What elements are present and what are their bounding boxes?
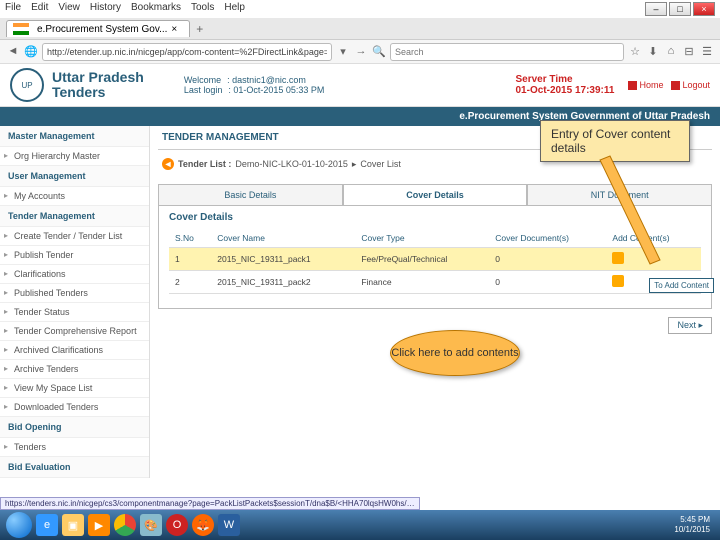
menu-file[interactable]: File (5, 2, 21, 13)
globe-icon: 🌐 (24, 45, 38, 59)
explorer-icon[interactable]: ▣ (62, 514, 84, 536)
menu-help[interactable]: Help (224, 2, 245, 13)
back-icon[interactable]: ◄ (6, 45, 20, 59)
menu-edit[interactable]: Edit (31, 2, 48, 13)
th-add-contents: Add Content(s) (606, 229, 701, 248)
sidebar-item-tenders[interactable]: Tenders (0, 438, 149, 457)
home-icon[interactable]: ⌂ (664, 45, 678, 59)
emblem-icon: UP (10, 68, 44, 102)
url-input[interactable] (42, 43, 332, 61)
sidebar-group-bid-opening: Bid Opening (0, 417, 149, 438)
menu-history[interactable]: History (90, 2, 121, 13)
sidebar-item-tender-status[interactable]: Tender Status (0, 303, 149, 322)
site-title: Uttar Pradesh Tenders (52, 70, 144, 101)
logout-link[interactable]: Logout (671, 80, 710, 90)
status-bar-url: https://tenders.nic.in/nicgep/cs3/compon… (0, 497, 420, 510)
close-button[interactable]: × (693, 2, 715, 16)
th-cover-name: Cover Name (211, 229, 355, 248)
search-input[interactable] (390, 43, 624, 61)
paint-icon[interactable]: 🎨 (140, 514, 162, 536)
cover-details-panel: Cover Details S.No Cover Name Cover Type… (158, 206, 712, 309)
annotation-entry-cover: Entry of Cover content details (540, 120, 690, 162)
th-sno: S.No (169, 229, 211, 248)
browser-tab[interactable]: e.Procurement System Gov... × (6, 20, 190, 37)
menu-view[interactable]: View (58, 2, 80, 13)
tab-basic-details[interactable]: Basic Details (158, 184, 343, 205)
menu-icon[interactable]: ☰ (700, 45, 714, 59)
word-icon[interactable]: W (218, 514, 240, 536)
browser-menubar: File Edit View History Bookmarks Tools H… (5, 2, 245, 13)
add-content-tooltip: To Add Content (649, 278, 714, 293)
new-tab-button[interactable]: + (196, 22, 203, 36)
next-button[interactable]: Next ▸ (668, 317, 712, 334)
minimize-button[interactable]: – (645, 2, 667, 16)
tab-close-icon[interactable]: × (171, 24, 177, 35)
th-cover-docs: Cover Document(s) (489, 229, 606, 248)
sidebar: Master Management Org Hierarchy Master U… (0, 126, 150, 478)
sidebar-item-org-hierarchy[interactable]: Org Hierarchy Master (0, 147, 149, 166)
site-header: UP Uttar Pradesh Tenders Welcome: dastni… (0, 64, 720, 107)
sidebar-item-published-tenders[interactable]: Published Tenders (0, 284, 149, 303)
chrome-icon[interactable] (114, 514, 136, 536)
add-content-icon[interactable] (612, 252, 624, 264)
add-content-icon[interactable] (612, 275, 624, 287)
tab-cover-details[interactable]: Cover Details (343, 184, 528, 205)
sidebar-item-clarifications[interactable]: Clarifications (0, 265, 149, 284)
sidebar-group-user: User Management (0, 166, 149, 187)
sidebar-item-create-tender[interactable]: Create Tender / Tender List (0, 227, 149, 246)
sidebar-item-archived-clarifications[interactable]: Archived Clarifications (0, 341, 149, 360)
sidebar-group-tender: Tender Management (0, 206, 149, 227)
sidebar-item-my-space[interactable]: View My Space List (0, 379, 149, 398)
opera-icon[interactable]: O (166, 514, 188, 536)
sidebar-item-downloaded[interactable]: Downloaded Tenders (0, 398, 149, 417)
maximize-button[interactable]: □ (669, 2, 691, 16)
sidebar-group-master: Master Management (0, 126, 149, 147)
ie-icon[interactable]: e (36, 514, 58, 536)
sidebar-group-bid-eval: Bid Evaluation (0, 457, 149, 478)
sidebar-item-publish-tender[interactable]: Publish Tender (0, 246, 149, 265)
save-icon[interactable]: ⊟ (682, 45, 696, 59)
sidebar-item-archive-tenders[interactable]: Archive Tenders (0, 360, 149, 379)
browser-tabbar: e.Procurement System Gov... × + (0, 18, 720, 40)
search-icon: 🔍 (372, 45, 386, 59)
server-time: Server Time 01-Oct-2015 17:39:11 (515, 74, 614, 96)
main-panel: TENDER MANAGEMENT ◄ Tender List : Demo-N… (150, 126, 720, 478)
table-row: 2 2015_NIC_19311_pack2 Finance 0 (169, 271, 701, 294)
table-row: 1 2015_NIC_19311_pack1 Fee/PreQual/Techn… (169, 248, 701, 271)
browser-toolbar: ◄ 🌐 ▾ → 🔍 ☆ ⬇ ⌂ ⊟ ☰ (0, 40, 720, 64)
panel-title: Cover Details (169, 212, 701, 223)
sidebar-item-comprehensive-report[interactable]: Tender Comprehensive Report (0, 322, 149, 341)
sidebar-item-my-accounts[interactable]: My Accounts (0, 187, 149, 206)
start-button[interactable] (6, 512, 32, 538)
back-circle-icon[interactable]: ◄ (162, 158, 174, 170)
tab-title: e.Procurement System Gov... (37, 24, 167, 35)
download-icon[interactable]: ⬇ (646, 45, 660, 59)
welcome-block: Welcome: dastnic1@nic.com Last login: 01… (184, 75, 325, 95)
system-tray[interactable]: 5:45 PM 10/1/2015 (674, 515, 714, 534)
go-icon[interactable]: → (354, 45, 368, 59)
taskbar: e ▣ ▶ 🎨 O 🦊 W 5:45 PM 10/1/2015 (0, 510, 720, 540)
firefox-icon[interactable]: 🦊 (192, 514, 214, 536)
star-icon[interactable]: ☆ (628, 45, 642, 59)
media-icon[interactable]: ▶ (88, 514, 110, 536)
th-cover-type: Cover Type (355, 229, 489, 248)
inner-tabs: Basic Details Cover Details NIT Document (158, 184, 712, 206)
home-link[interactable]: Home (628, 80, 663, 90)
cover-table: S.No Cover Name Cover Type Cover Documen… (169, 229, 701, 294)
menu-tools[interactable]: Tools (191, 2, 214, 13)
annotation-click-here: Click here to add contents (390, 330, 520, 376)
india-flag-icon (13, 23, 29, 35)
tab-nit-document[interactable]: NIT Document (527, 184, 712, 205)
menu-bookmarks[interactable]: Bookmarks (131, 2, 181, 13)
dropdown-icon[interactable]: ▾ (336, 45, 350, 59)
